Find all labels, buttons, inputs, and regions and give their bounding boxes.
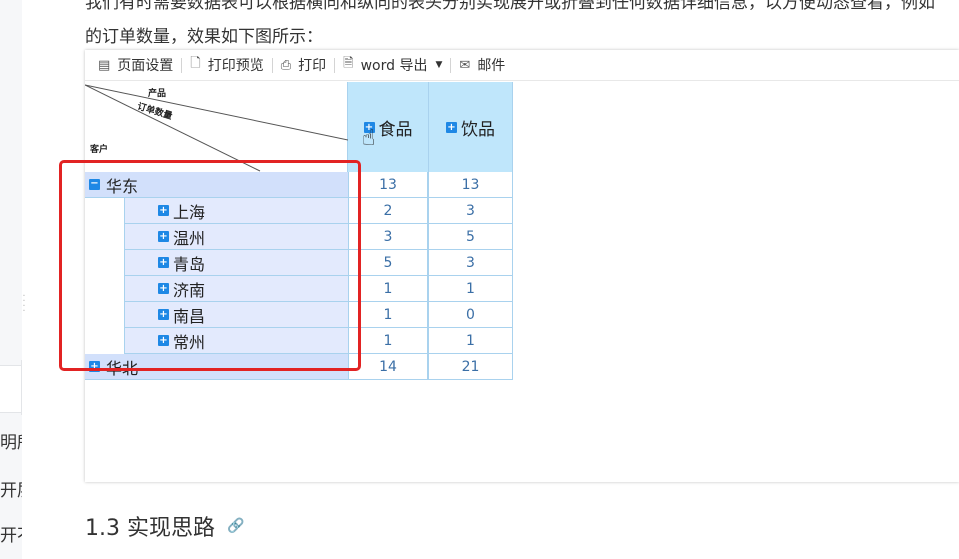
sidebar-nav-item-2[interactable]: 开层 xyxy=(0,476,22,501)
corner-product-label: 产品 xyxy=(148,89,167,99)
column-header-drink[interactable]: + 饮品 xyxy=(429,82,513,172)
page-setup-label: 页面设置 xyxy=(117,58,174,74)
sidebar-nav-item-1[interactable]: 明所 xyxy=(0,428,22,453)
expand-icon[interactable]: + xyxy=(446,121,457,133)
section-title: 1.3 实现思路 xyxy=(85,516,215,541)
word-export-button[interactable]: 🗎 word 导出 ▼ xyxy=(335,55,450,75)
column-header-label: 食品 xyxy=(378,119,413,140)
print-preview-button[interactable]: 🗋 打印预览 xyxy=(182,55,271,75)
report-toolbar: ▤ 页面设置 🗋 打印预览 ⎙ 打印 🗎 word 导出 ▼ ✉ 邮件 xyxy=(85,50,959,81)
chevron-down-icon[interactable]: ▼ xyxy=(435,60,442,70)
anchor-link-icon[interactable]: 🔗 xyxy=(227,518,244,534)
diagonal-lines xyxy=(85,84,348,172)
mail-button[interactable]: ✉ 邮件 xyxy=(451,55,513,75)
mail-label: 邮件 xyxy=(477,58,506,74)
intro-paragraph-line-1: 我们有时需要数据表可以根据横向和纵向的表头分别实现展开或折叠到任何数据详细信息，… xyxy=(85,0,935,13)
page-setup-icon: ▤ xyxy=(98,57,111,73)
value-cell: 13 xyxy=(428,172,513,198)
sidebar-divider xyxy=(21,360,22,415)
value-cell: 0 xyxy=(428,302,513,328)
value-cell: 5 xyxy=(428,224,513,250)
sidebar-search-box[interactable] xyxy=(0,365,21,413)
print-button[interactable]: ⎙ 打印 xyxy=(273,55,334,75)
print-label: 打印 xyxy=(298,58,327,74)
value-cell: 3 xyxy=(428,198,513,224)
value-cell: 21 xyxy=(428,354,513,380)
printer-icon: ⎙ xyxy=(280,57,292,73)
sidebar-nav-item-3[interactable]: 开不 xyxy=(0,521,22,546)
corner-customer-label: 客户 xyxy=(90,145,109,155)
mail-icon: ✉ xyxy=(459,57,471,73)
value-cell: 1 xyxy=(428,276,513,302)
hand-cursor-icon: ☝ xyxy=(362,126,376,151)
column-header-label: 饮品 xyxy=(461,119,495,140)
diagonal-header-cell: 产品 订单数量 客户 xyxy=(85,82,348,172)
section-heading: 1.3 实现思路 🔗 xyxy=(85,510,244,542)
sidebar-resize-handle[interactable]: · · · · xyxy=(22,292,26,317)
value-cell: 3 xyxy=(428,250,513,276)
intro-paragraph-line-2: 的订单数量，效果如下图所示： xyxy=(85,27,323,47)
print-preview-label: 打印预览 xyxy=(207,58,264,74)
column-header-food[interactable]: + 食品 xyxy=(348,82,429,172)
page-setup-button[interactable]: ▤ 页面设置 xyxy=(90,55,181,75)
word-export-label: word 导出 xyxy=(360,58,428,74)
value-cell: 1 xyxy=(428,328,513,354)
highlight-annotation-box xyxy=(59,160,361,371)
word-file-icon: 🗎 xyxy=(343,56,354,71)
print-preview-icon: 🗋 xyxy=(190,56,201,71)
